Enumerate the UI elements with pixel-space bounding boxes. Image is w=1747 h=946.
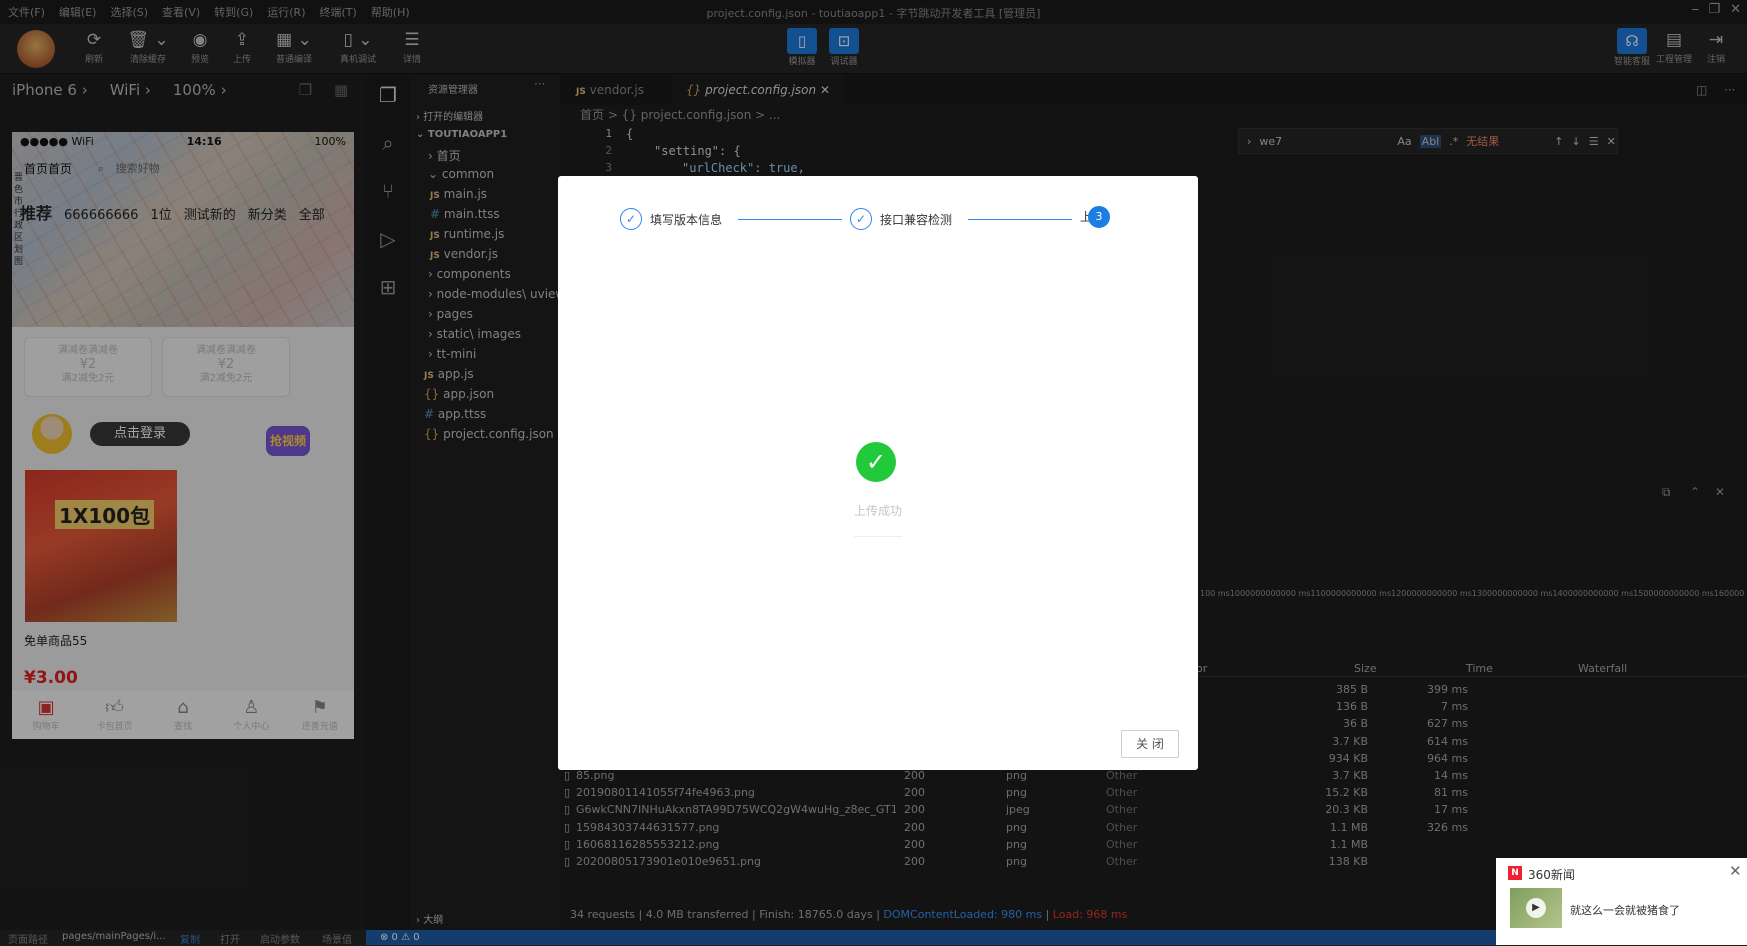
divider <box>854 536 902 537</box>
upload-dialog: ✓填写版本信息 ✓接口兼容检测 3上传 ✓ 上传成功 关 闭 <box>558 176 1198 770</box>
step-1: ✓ 填写版本信息 <box>620 208 722 230</box>
news-popup: N 360新闻 ✕ ▶ 就这么一会就被猪食了 <box>1496 858 1747 945</box>
play-icon: ▶ <box>1526 898 1546 918</box>
success-check-icon: ✓ <box>856 442 896 482</box>
check-icon: ✓ <box>850 208 872 230</box>
news-thumbnail[interactable]: ▶ <box>1510 888 1562 928</box>
close-icon[interactable]: ✕ <box>1729 862 1742 880</box>
step-connector <box>738 219 842 220</box>
close-dialog-button[interactable]: 关 闭 <box>1121 730 1179 758</box>
success-message: 上传成功 <box>853 504 902 518</box>
news-source: 360新闻 <box>1528 868 1575 882</box>
news-logo-icon: N <box>1508 866 1522 880</box>
step-3: 3上传 <box>1080 205 1110 228</box>
step-2: ✓ 接口兼容检测 <box>850 208 952 230</box>
news-headline[interactable]: 就这么一会就被猪食了 <box>1570 902 1680 918</box>
check-icon: ✓ <box>620 208 642 230</box>
step-connector <box>968 219 1072 220</box>
